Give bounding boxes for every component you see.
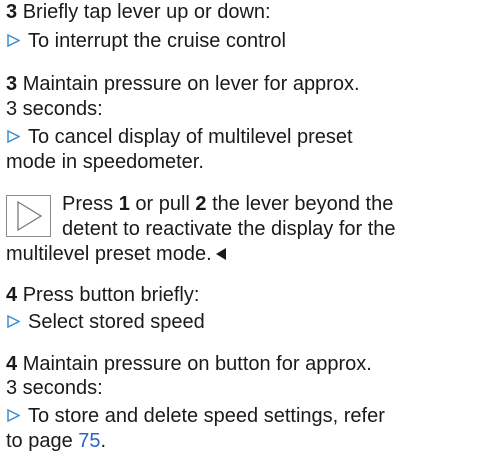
note-line: detent to reactivate the display for the bbox=[6, 217, 396, 242]
step-heading: 3 Briefly tap lever up or down: bbox=[6, 0, 271, 25]
step-text: 3 seconds: bbox=[6, 377, 103, 399]
result-text: . bbox=[100, 430, 107, 452]
result-line: To store and delete speed settings, refe… bbox=[6, 404, 385, 429]
note-number: 2 bbox=[195, 193, 207, 215]
step-number: 3 bbox=[6, 1, 18, 23]
result-line: Select stored speed bbox=[6, 310, 205, 335]
result-line-continued: mode in speedometer. bbox=[6, 150, 204, 175]
result-line: To interrupt the cruise control bbox=[6, 29, 286, 54]
step-heading-continued: 3 seconds: bbox=[6, 97, 103, 122]
step-text: Briefly tap lever up or down: bbox=[22, 1, 271, 23]
step-text: Maintain pressure on button for approx. bbox=[22, 353, 372, 375]
step-text: Maintain pressure on lever for approx. bbox=[22, 73, 360, 95]
step-heading-continued: 3 seconds: bbox=[6, 376, 103, 401]
note-text: detent to reactivate the display for the bbox=[62, 218, 396, 240]
result-line: To cancel display of multilevel preset bbox=[6, 125, 353, 150]
note-text: multilevel preset mode. bbox=[6, 243, 212, 265]
result-text: mode in speedometer. bbox=[6, 151, 204, 173]
note-text: the lever beyond the bbox=[206, 193, 394, 215]
step-heading: 4 Press button briefly: bbox=[6, 283, 199, 308]
triangle-right-outline-icon bbox=[7, 409, 20, 422]
note-text: or pull bbox=[129, 193, 196, 215]
step-heading: 3 Maintain pressure on lever for approx. bbox=[6, 72, 360, 97]
note-line: Press 1 or pull 2 the lever beyond the bbox=[6, 192, 393, 217]
result-line-continued: to page 75. bbox=[6, 429, 106, 454]
triangle-right-outline-icon bbox=[7, 34, 20, 47]
step-number: 3 bbox=[6, 73, 18, 95]
page-reference-link[interactable]: 75 bbox=[78, 430, 100, 452]
result-text: Select stored speed bbox=[28, 311, 205, 333]
end-of-section-icon bbox=[215, 248, 226, 260]
triangle-right-outline-icon bbox=[7, 315, 20, 328]
step-number: 4 bbox=[6, 353, 18, 375]
step-text: Press button briefly: bbox=[22, 284, 200, 306]
step-text: 3 seconds: bbox=[6, 98, 103, 120]
result-text: To store and delete speed settings, refe… bbox=[28, 405, 385, 427]
result-text: To cancel display of multilevel preset bbox=[28, 126, 353, 148]
result-text: to page bbox=[6, 430, 79, 452]
result-text: To interrupt the cruise control bbox=[28, 30, 286, 52]
step-number: 4 bbox=[6, 284, 18, 306]
note-text: Press bbox=[62, 193, 119, 215]
step-heading: 4 Maintain pressure on button for approx… bbox=[6, 352, 372, 377]
note-number: 1 bbox=[118, 193, 130, 215]
triangle-right-outline-icon bbox=[7, 130, 20, 143]
note-line: multilevel preset mode. bbox=[6, 242, 226, 267]
